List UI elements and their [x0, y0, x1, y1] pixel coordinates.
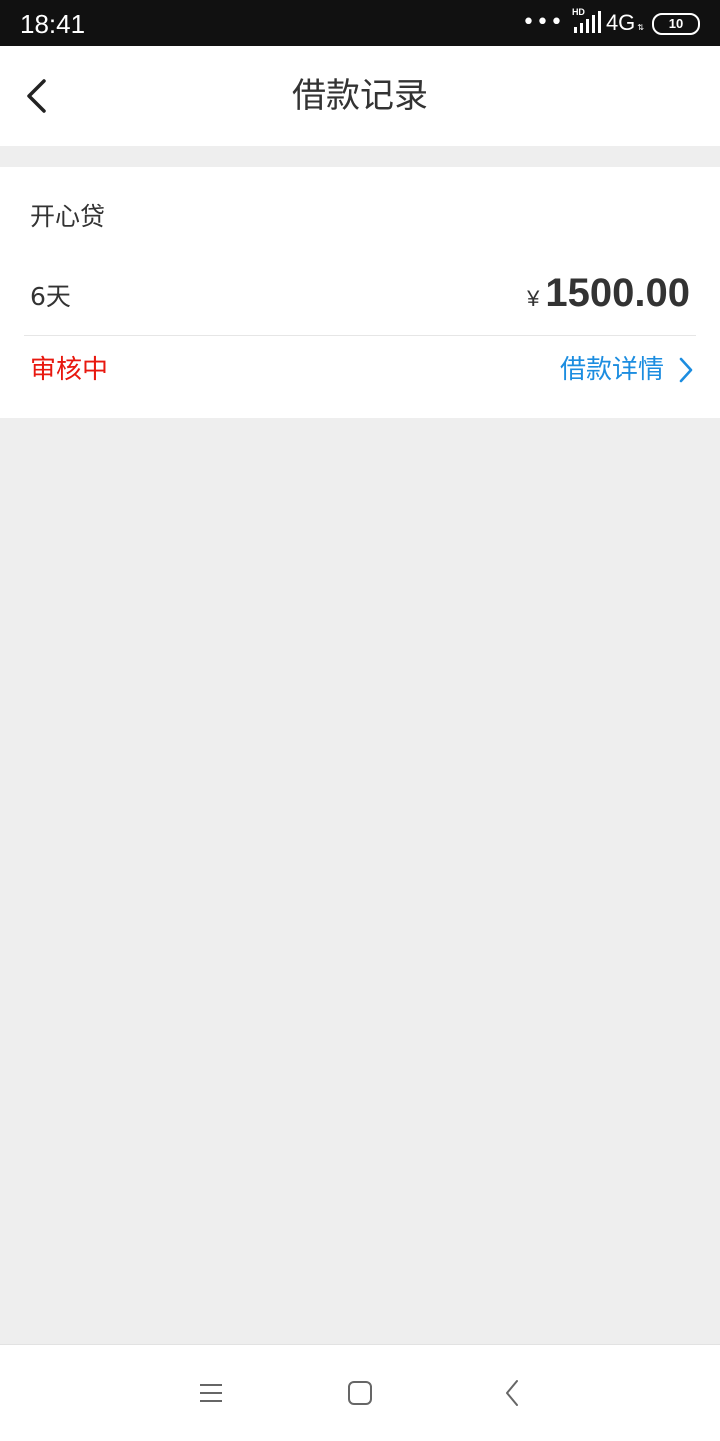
signal-hd-label: HD: [571, 7, 585, 17]
status-time: 18:41: [20, 9, 86, 39]
menu-icon: [200, 1384, 222, 1402]
loan-detail-label: 借款详情: [559, 355, 664, 385]
currency-symbol: ¥: [527, 286, 540, 311]
network-type: 4G: [605, 10, 636, 35]
battery-level: 10: [668, 15, 684, 31]
chevron-left-icon: [27, 79, 46, 113]
home-button[interactable]: [338, 1371, 382, 1415]
status-icons: ••• HD 4G ⇅ 10: [522, 7, 700, 38]
back-button[interactable]: [12, 70, 60, 122]
system-nav-bar: [0, 1344, 720, 1441]
loan-record-card[interactable]: 开心贷 6天 ¥ 1500.00 审核中 借款详情: [0, 167, 720, 418]
menu-button[interactable]: [189, 1371, 233, 1415]
product-name: 开心贷: [30, 202, 106, 231]
loan-detail-link[interactable]: 借款详情: [560, 351, 694, 389]
loan-amount: ¥ 1500.00: [527, 267, 690, 319]
home-square-icon: [348, 1381, 372, 1405]
page-title: 借款记录: [292, 76, 428, 116]
app-header: 借款记录: [0, 46, 720, 146]
status-badge: 审核中: [30, 355, 109, 385]
system-back-button[interactable]: [490, 1371, 534, 1415]
battery-icon: 10: [652, 12, 700, 35]
back-triangle-icon: [506, 1380, 518, 1406]
loan-term: 6天: [30, 282, 71, 311]
card-divider: [24, 335, 696, 336]
signal-icon: HD: [572, 7, 602, 35]
amount-value: 1500.00: [545, 271, 690, 315]
data-activity-icon: ⇅: [637, 22, 644, 32]
status-bar: 18:41 ••• HD 4G ⇅ 10: [0, 0, 720, 46]
chevron-right-icon: [679, 357, 693, 383]
more-dots-icon: •••: [522, 10, 564, 35]
